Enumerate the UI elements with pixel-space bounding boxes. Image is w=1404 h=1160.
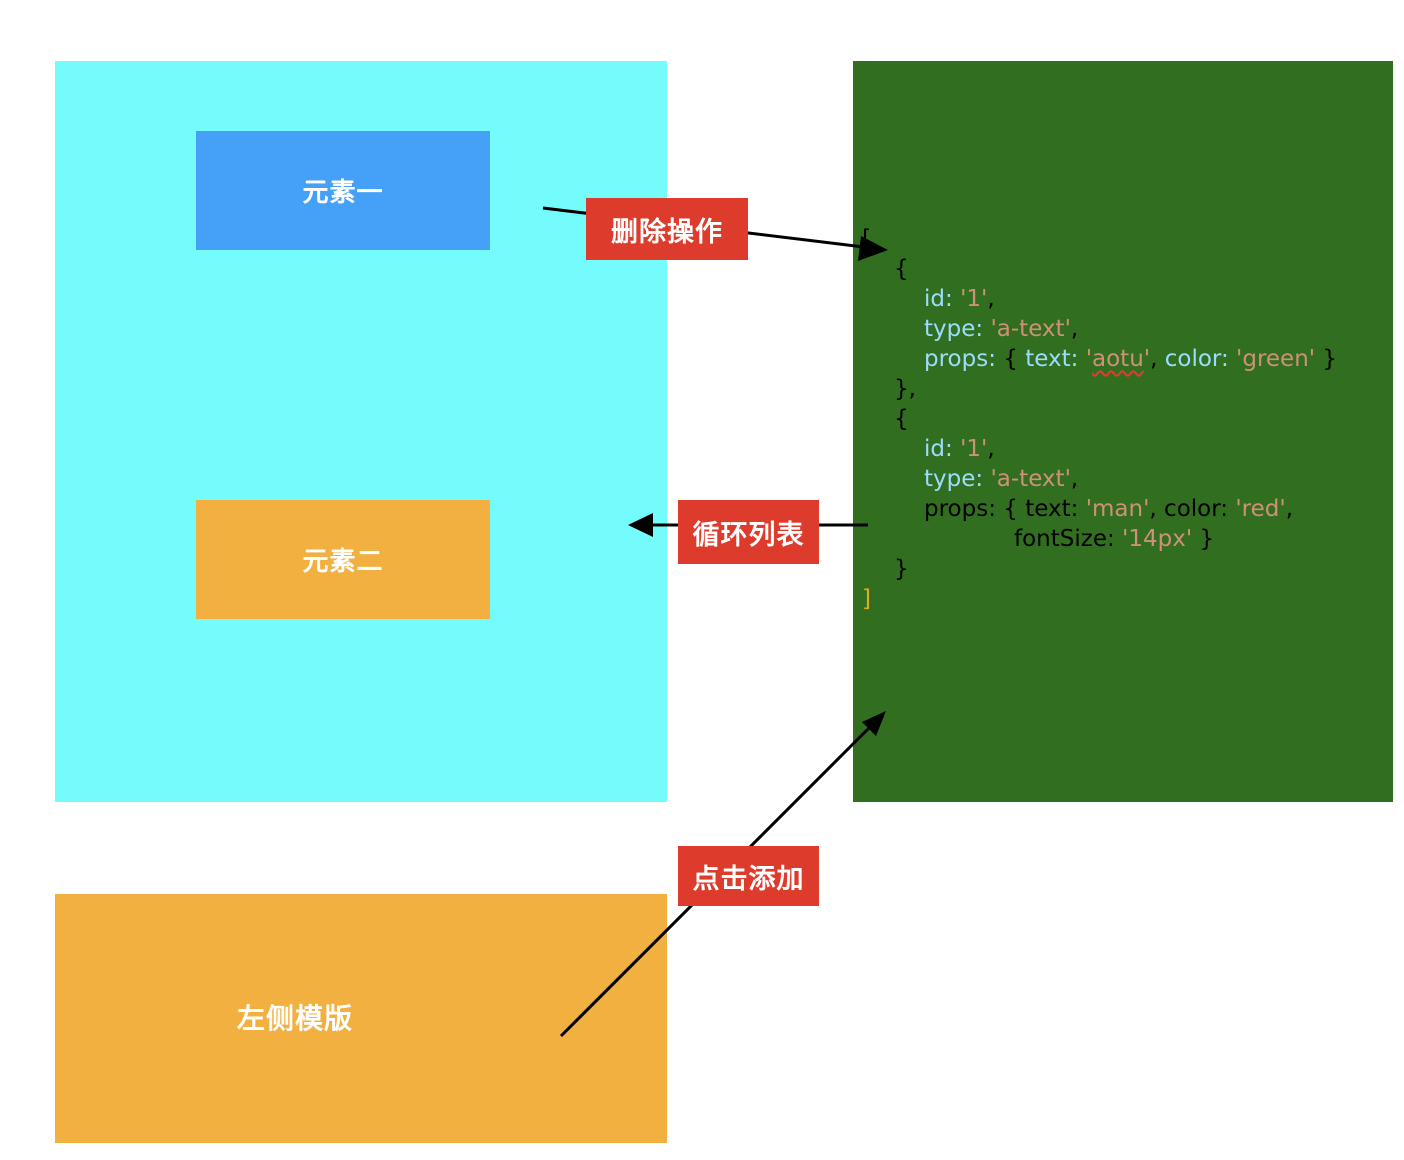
element-one-label: 元素一 [302,178,384,208]
code-item2-type-val: 'a-text' [990,466,1071,492]
data-code-block: [ { id: '1', type: 'a-text', props: { te… [862,224,1337,734]
code-item2-color-val: 'red' [1235,496,1286,522]
code-item2-id-val: '1' [960,436,988,462]
code-item1-props-line: props: { text: 'aotu', color: 'green' } [924,346,1338,372]
code-item2-font-line: fontSize: '14px' } [1014,526,1215,552]
code-item1-text-key: text: [1025,346,1086,372]
code-close-bracket: ] [862,586,871,612]
code-item2-id-key: id: [924,436,961,462]
code-item1-id-line: id: '1', [924,286,995,312]
code-item2-type-key: type: [924,466,991,492]
click-add-label: 点击添加 [678,846,819,906]
delete-operation-label: 删除操作 [586,198,748,260]
code-item2-open: { [894,406,909,432]
code-item1-type-val: 'a-text' [990,316,1071,342]
code-item1-text-val: aotu [1092,346,1144,372]
code-item1-id-val: '1' [960,286,988,312]
code-item1-color-key: color: [1164,346,1237,372]
template-panel[interactable] [55,894,667,1143]
code-item2-props-line: props: { text: 'man', color: 'red', [924,496,1294,522]
code-open-bracket: [ [862,226,871,252]
code-item2-text-key: text: [1025,496,1086,522]
code-item2-type-line: type: 'a-text', [924,466,1079,492]
code-item2-font-key: fontSize: [1014,526,1123,552]
code-item1-props-key: props: [924,346,1004,372]
code-item1-color-val: 'green' [1236,346,1316,372]
code-item2-font-val: '14px' [1122,526,1193,552]
code-item1-type-key: type: [924,316,991,342]
code-item2-text-val: 'man' [1085,496,1150,522]
element-two-label: 元素二 [302,547,384,577]
element-one-box[interactable]: 元素一 [196,131,490,250]
code-item2-props-key: props: [924,496,1004,522]
template-label: 左侧模版 [237,1002,354,1035]
code-item1-type-line: type: 'a-text', [924,316,1079,342]
code-item1-id-key: id: [924,286,961,312]
data-list-panel [853,61,1393,802]
loop-list-label: 循环列表 [678,500,819,564]
code-item1-close: }, [894,376,916,402]
element-two-box[interactable]: 元素二 [196,500,490,619]
code-item1-open: { [894,256,909,282]
code-item2-close: } [894,556,909,582]
code-item2-id-line: id: '1', [924,436,995,462]
code-item2-color-key: color: [1164,496,1236,522]
